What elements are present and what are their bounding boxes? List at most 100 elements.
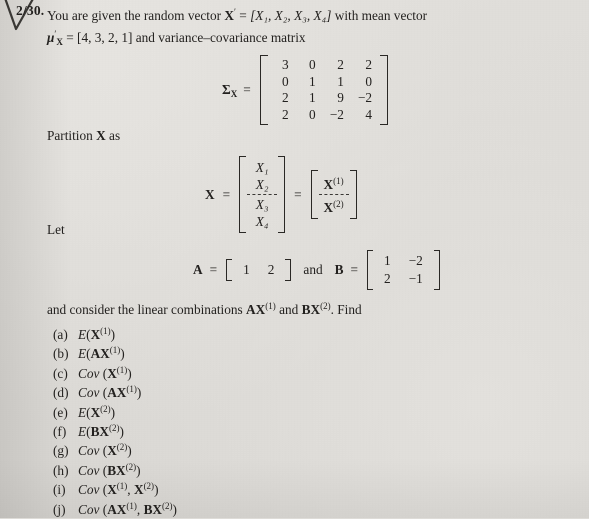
question-item: (b) E(AX(1)): [53, 341, 177, 362]
and-text: and: [303, 262, 323, 277]
operator-name: Cov: [78, 482, 100, 498]
matrix-cell: 9: [337, 90, 344, 105]
argument2-superscript: (2): [162, 500, 173, 511]
partition-display: X = X₁ X₂ X₃ X₄ = X(1) X(2): [205, 156, 357, 233]
argument-base: AX: [107, 385, 127, 401]
argument-base: AX: [90, 346, 110, 362]
matrix-cell: −2: [408, 253, 423, 268]
combination-1-superscript: (1): [265, 301, 276, 311]
close-paren: ): [110, 327, 116, 342]
argument-base: BX: [90, 423, 110, 439]
matrix-cell: 0: [282, 73, 289, 89]
argument-base: BX: [107, 462, 126, 478]
argument-superscript: (2): [109, 422, 120, 433]
intro-text-a: You are given the random vector: [47, 8, 225, 23]
question-expression: Cov (AX(1), BX(2)): [78, 497, 177, 519]
argument-base: X: [107, 443, 117, 459]
argument-base: X: [90, 327, 101, 342]
covariance-matrix-body: 3022 0110 2 1 9 −2 2 0 −2 4: [269, 57, 379, 123]
matrix-row: 2 −1: [376, 271, 431, 287]
argument-superscript: (1): [109, 345, 121, 356]
matrix-a-table: 1 2: [233, 260, 284, 280]
operator-name: E: [78, 404, 87, 420]
argument-base: X: [107, 365, 117, 381]
argument-superscript: (1): [116, 481, 128, 492]
matrix-cell: 0: [365, 73, 373, 89]
mean-vector-line: μ′X = [4, 3, 2, 1] and variance–covarian…: [47, 25, 560, 52]
problem-number: 2/30.: [16, 3, 45, 18]
close-paren: ): [110, 404, 116, 420]
operator-name: E: [78, 327, 87, 342]
close-paren: ): [120, 346, 125, 362]
matrix-row: 3 0 2 2: [269, 57, 379, 74]
partitioned-block-vector: X(1) X(2): [310, 170, 357, 219]
matrix-cell: −2: [357, 90, 373, 105]
question-item: (a) E(X(1)): [53, 322, 177, 342]
matrix-a-label: A: [193, 262, 203, 277]
ab-matrices-block: A = 1 2 and B = 1 −2 2 −1: [193, 250, 440, 290]
matrix-cell: 2: [365, 57, 373, 72]
argument2-superscript: (2): [143, 481, 155, 492]
question-label: (g): [53, 443, 69, 459]
argument-base: AX: [107, 501, 127, 517]
partitioned-x-vector: X₁ X₂ X₃ X₄: [239, 156, 286, 233]
matrix-cell: −2: [329, 106, 344, 122]
argument2-base: BX: [143, 501, 163, 517]
partition-dashed-line: [318, 194, 349, 195]
question-label: (d): [53, 385, 69, 401]
combination-1-base: AX: [246, 302, 266, 317]
question-label: (f): [53, 423, 67, 439]
let-caption: Let: [47, 222, 65, 237]
covariance-matrix: 3022 0110 2 1 9 −2 2 0 −2 4: [259, 55, 389, 125]
matrix-cell: 1: [337, 73, 344, 89]
matrix-cell: 1: [384, 253, 391, 268]
argument-superscript: (1): [100, 326, 111, 336]
close-paren: ): [154, 482, 159, 498]
question-item: (g) Cov (X(2)): [53, 438, 177, 459]
partition-dashed-line: [247, 194, 278, 195]
matrix-cell: 2: [282, 106, 289, 122]
question-label: (b): [53, 346, 69, 362]
argument-superscript: (1): [126, 500, 137, 511]
mean-vector-value: = [4, 3, 2, 1] and variance–covariance m…: [62, 30, 306, 45]
argument-superscript: (1): [116, 364, 128, 375]
operator-name: Cov: [78, 365, 100, 381]
block-base: X: [323, 177, 334, 192]
matrix-a: 1 2: [226, 259, 292, 281]
partition-x-symbol: X: [96, 128, 106, 143]
operator-name: E: [78, 346, 87, 362]
partition-equals-2: =: [294, 186, 302, 202]
vector-cell: X₃: [255, 197, 269, 212]
matrix-cell: 2: [267, 262, 275, 277]
matrix-a-equals: =: [209, 262, 218, 277]
matrix-cell: 2: [282, 90, 289, 105]
vector-entries: [X₁, X₂, X₃, X₄]: [250, 8, 332, 23]
partition-equals-1: =: [222, 186, 231, 202]
block-superscript: (2): [333, 199, 344, 209]
combination-2-superscript: (2): [320, 301, 331, 311]
matrix-cell: 2: [384, 271, 391, 286]
consider-line: and consider the linear combinations AX(…: [47, 301, 362, 318]
argument-base: X: [107, 482, 117, 498]
matrix-cell: 1: [243, 262, 250, 277]
block-superscript: (1): [333, 176, 344, 186]
sigma-glyph: Σ: [222, 81, 231, 97]
close-paren: ): [172, 501, 177, 517]
matrix-cell: 0: [309, 57, 316, 72]
matrix-b-equals: =: [350, 262, 359, 277]
matrix-row: 1 −2: [376, 253, 431, 269]
operator-name: Cov: [78, 462, 100, 478]
matrix-row: 2 1 9 −2: [269, 90, 379, 107]
combination-2-base: BX: [301, 302, 321, 317]
argument-base: X: [90, 404, 101, 420]
question-label: (i): [53, 482, 66, 498]
question-item: (f) E(BX(2)): [53, 419, 177, 439]
sigma-subscript: X: [230, 88, 238, 99]
block-base: X: [323, 200, 334, 215]
operator-name: Cov: [78, 501, 100, 517]
close-paren: ): [127, 443, 132, 459]
question-label: (a): [53, 327, 68, 342]
partition-lhs-symbol: X: [205, 186, 215, 202]
matrix-b-table: 1 −2 2 −1: [374, 251, 433, 289]
argument-superscript: (2): [100, 403, 111, 414]
